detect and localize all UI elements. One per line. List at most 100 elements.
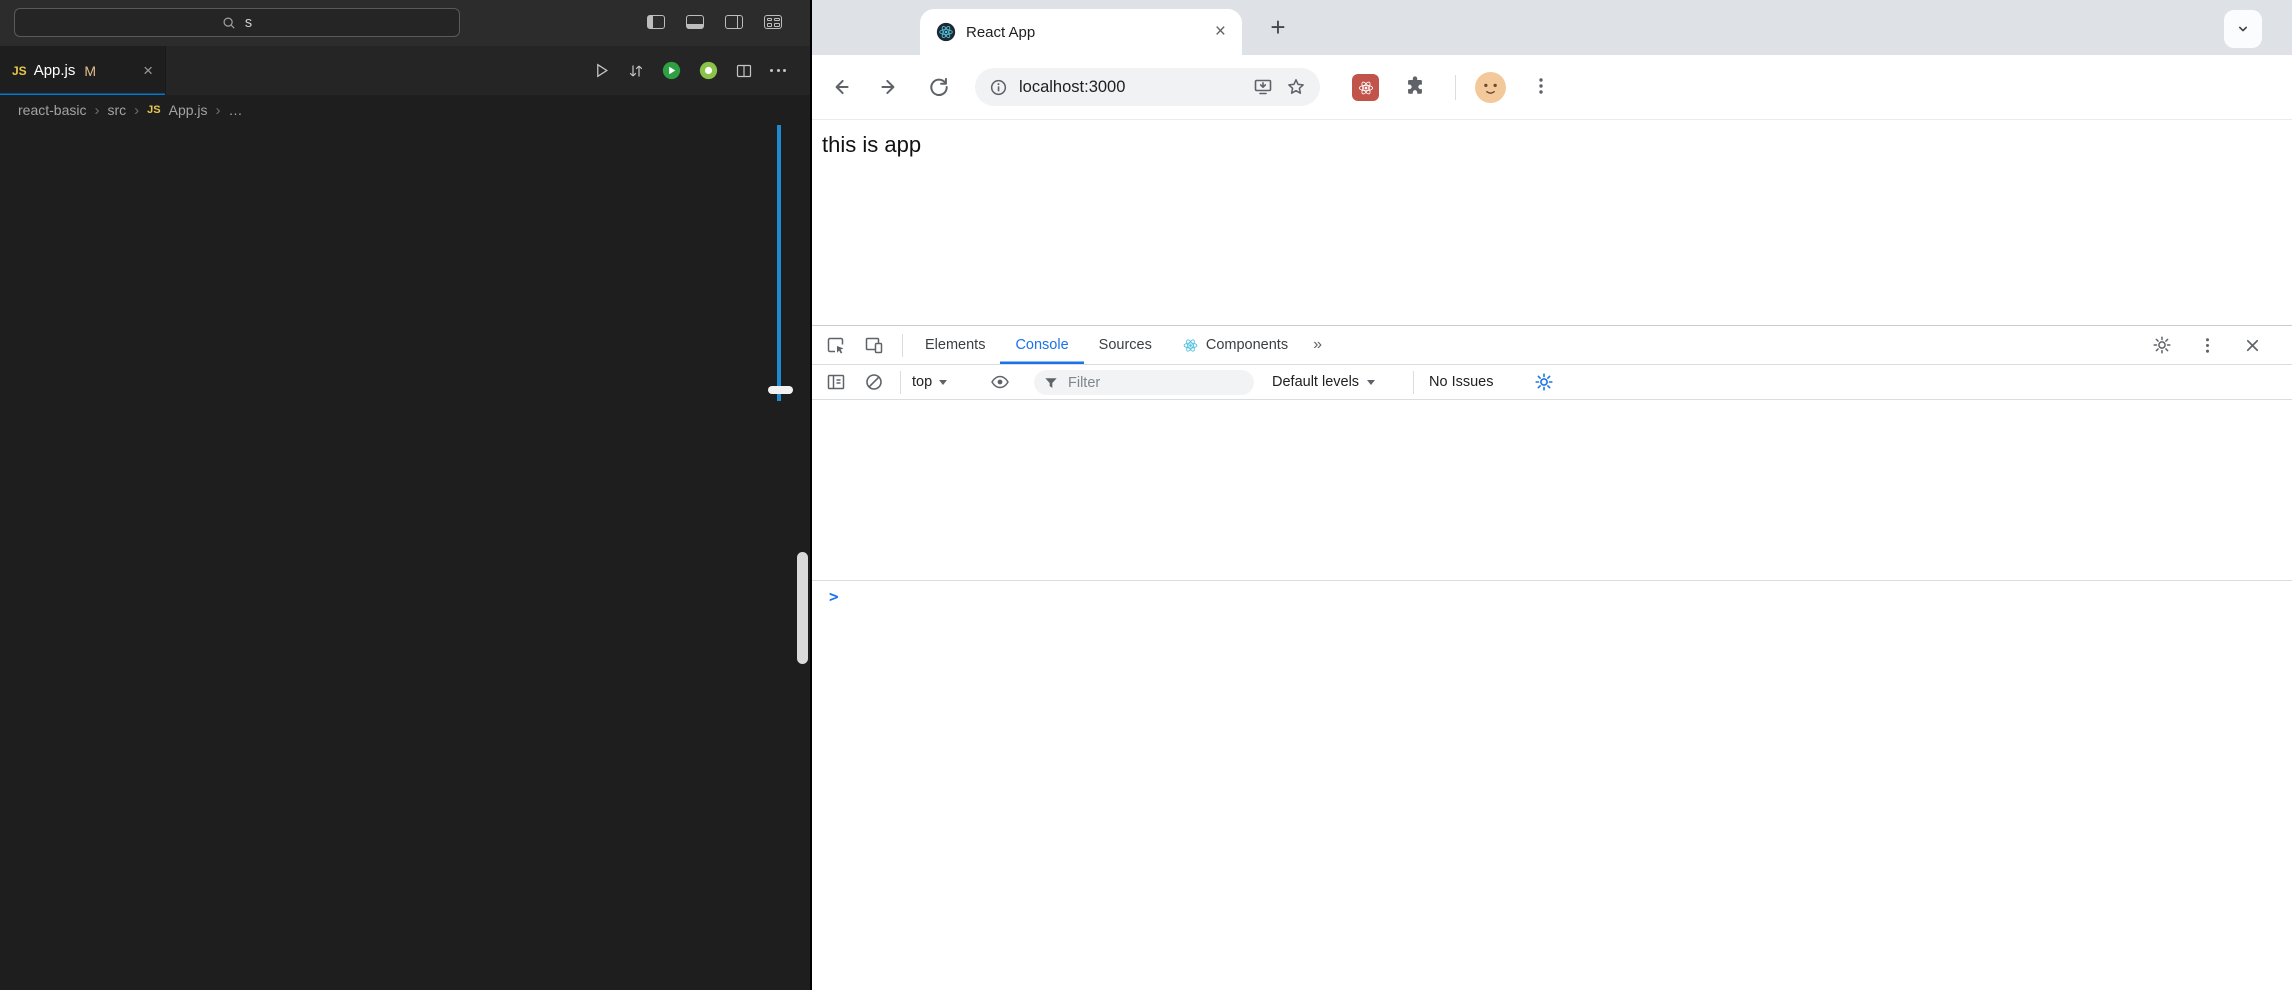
console-prompt[interactable]: > xyxy=(812,581,2292,611)
page-heading: this is app xyxy=(822,132,921,158)
console-settings-panel xyxy=(812,400,2292,581)
clear-console-icon[interactable] xyxy=(864,372,884,392)
chevron-down-icon xyxy=(2235,21,2251,37)
breadcrumb-item[interactable]: App.js xyxy=(169,102,208,118)
toggle-secondary-sidebar-icon[interactable] xyxy=(725,15,743,29)
issues-counter[interactable]: No Issues xyxy=(1429,365,1493,399)
editor-actions xyxy=(593,46,786,95)
context-label: top xyxy=(912,374,932,390)
tab-appjs[interactable]: JS App.js M × xyxy=(0,46,166,95)
browser-tab[interactable]: React App × xyxy=(920,9,1242,55)
reload-icon[interactable] xyxy=(928,76,950,98)
console-settings-gear-icon[interactable] xyxy=(1534,372,1554,392)
breadcrumb-item[interactable]: src xyxy=(107,102,126,118)
browser-toolbar: localhost:3000 xyxy=(812,55,2292,120)
close-tab-icon[interactable]: × xyxy=(1215,21,1226,43)
breadcrumb[interactable]: react-basic › src › JS App.js › … xyxy=(0,95,810,125)
bookmark-star-icon[interactable] xyxy=(1286,77,1306,97)
javascript-file-icon: JS xyxy=(12,64,27,78)
tab-sources[interactable]: Sources xyxy=(1084,326,1167,364)
devtools-menu-kebab-icon[interactable] xyxy=(2198,336,2217,355)
devtools-controls xyxy=(2152,326,2262,364)
devtools-topbar: Elements Console Sources Components » xyxy=(812,326,2292,365)
site-info-icon[interactable] xyxy=(989,78,1008,97)
context-selector[interactable]: top xyxy=(912,365,947,399)
chevron-down-icon xyxy=(1367,380,1375,385)
separator xyxy=(1413,371,1414,394)
inspect-element-icon[interactable] xyxy=(826,335,846,355)
settings-gear-icon[interactable] xyxy=(2152,335,2172,355)
breadcrumb-separator: › xyxy=(134,102,139,119)
console-filter[interactable] xyxy=(1034,370,1254,395)
tab-label: Components xyxy=(1206,337,1288,353)
console-toolbar: top Default levels No Issues xyxy=(812,365,2292,400)
split-editor-icon[interactable] xyxy=(736,63,752,79)
tab-console[interactable]: Console xyxy=(1000,326,1083,364)
levels-label: Default levels xyxy=(1272,374,1359,390)
command-center-search[interactable]: s xyxy=(14,8,460,37)
console-sidebar-icon[interactable] xyxy=(826,372,846,392)
close-devtools-icon[interactable] xyxy=(2243,336,2262,355)
tab-elements[interactable]: Elements xyxy=(910,326,1000,364)
search-icon xyxy=(222,16,236,30)
tab-label: Sources xyxy=(1099,337,1152,353)
breadcrumb-item[interactable]: react-basic xyxy=(18,102,86,118)
filter-input[interactable] xyxy=(1066,374,1230,392)
breadcrumb-separator: › xyxy=(216,102,221,119)
tab-label: Elements xyxy=(925,337,985,353)
window-layout-controls xyxy=(647,15,782,29)
profile-avatar[interactable] xyxy=(1475,72,1506,103)
editor-more-actions-icon[interactable] xyxy=(770,63,786,79)
customize-layout-icon[interactable] xyxy=(764,15,782,29)
log-levels-selector[interactable]: Default levels xyxy=(1272,365,1375,399)
tab-list-chevron-button[interactable] xyxy=(2224,10,2262,48)
separator xyxy=(900,371,901,394)
modified-badge: M xyxy=(84,63,96,79)
code-runner-play-icon[interactable] xyxy=(662,61,681,80)
live-expression-eye-icon[interactable] xyxy=(990,372,1010,392)
sync-arrows-icon[interactable] xyxy=(628,63,644,79)
tab-components[interactable]: Components xyxy=(1167,326,1303,364)
vscode-titlebar: s xyxy=(0,0,810,46)
forward-icon[interactable] xyxy=(878,76,900,98)
back-icon[interactable] xyxy=(830,76,852,98)
chevron-down-icon xyxy=(939,380,947,385)
address-bar[interactable]: localhost:3000 xyxy=(975,68,1320,106)
editor-scrollbar[interactable] xyxy=(797,552,808,664)
devtools-tabs: Elements Console Sources Components » xyxy=(910,326,1332,364)
tab-label: Console xyxy=(1015,337,1068,353)
extensions-puzzle-icon[interactable] xyxy=(1404,75,1426,97)
breadcrumb-separator: › xyxy=(94,102,99,119)
devtools-panel: Elements Console Sources Components » xyxy=(812,325,2292,990)
toggle-sidebar-icon[interactable] xyxy=(647,15,665,29)
breadcrumb-item[interactable]: … xyxy=(229,102,243,118)
javascript-file-icon: JS xyxy=(147,104,160,116)
new-tab-button[interactable]: + xyxy=(1260,9,1296,45)
url-text: localhost:3000 xyxy=(1019,78,1125,97)
more-tabs-icon[interactable]: » xyxy=(1303,326,1332,364)
code-editor[interactable] xyxy=(0,125,810,990)
browser-menu-kebab-icon[interactable] xyxy=(1531,76,1551,96)
separator xyxy=(902,334,903,357)
react-favicon xyxy=(936,22,956,42)
chrome-window: React App × + localhost:3000 xyxy=(812,0,2292,990)
run-file-icon[interactable] xyxy=(593,62,610,79)
install-app-icon[interactable] xyxy=(1253,77,1273,97)
tab-title: React App xyxy=(966,24,1035,41)
green-extension-icon[interactable] xyxy=(699,61,718,80)
device-toolbar-icon[interactable] xyxy=(864,335,884,355)
toggle-panel-icon[interactable] xyxy=(686,15,704,29)
minimap-slider[interactable] xyxy=(768,386,793,394)
issues-label: No Issues xyxy=(1429,374,1493,390)
screen: s JS App.js M × xyxy=(0,0,2292,990)
search-text: s xyxy=(245,15,252,31)
react-devtools-extension-icon[interactable] xyxy=(1352,74,1379,101)
toolbar-separator xyxy=(1455,75,1456,100)
tab-label: App.js xyxy=(34,62,76,79)
omnibox-actions xyxy=(1253,77,1306,97)
prompt-chevron: > xyxy=(829,587,839,606)
close-tab-icon[interactable]: × xyxy=(143,61,153,81)
vscode-window: s JS App.js M × xyxy=(0,0,810,990)
overview-ruler-modified xyxy=(777,125,781,401)
tab-strip: React App × + xyxy=(812,0,2292,55)
